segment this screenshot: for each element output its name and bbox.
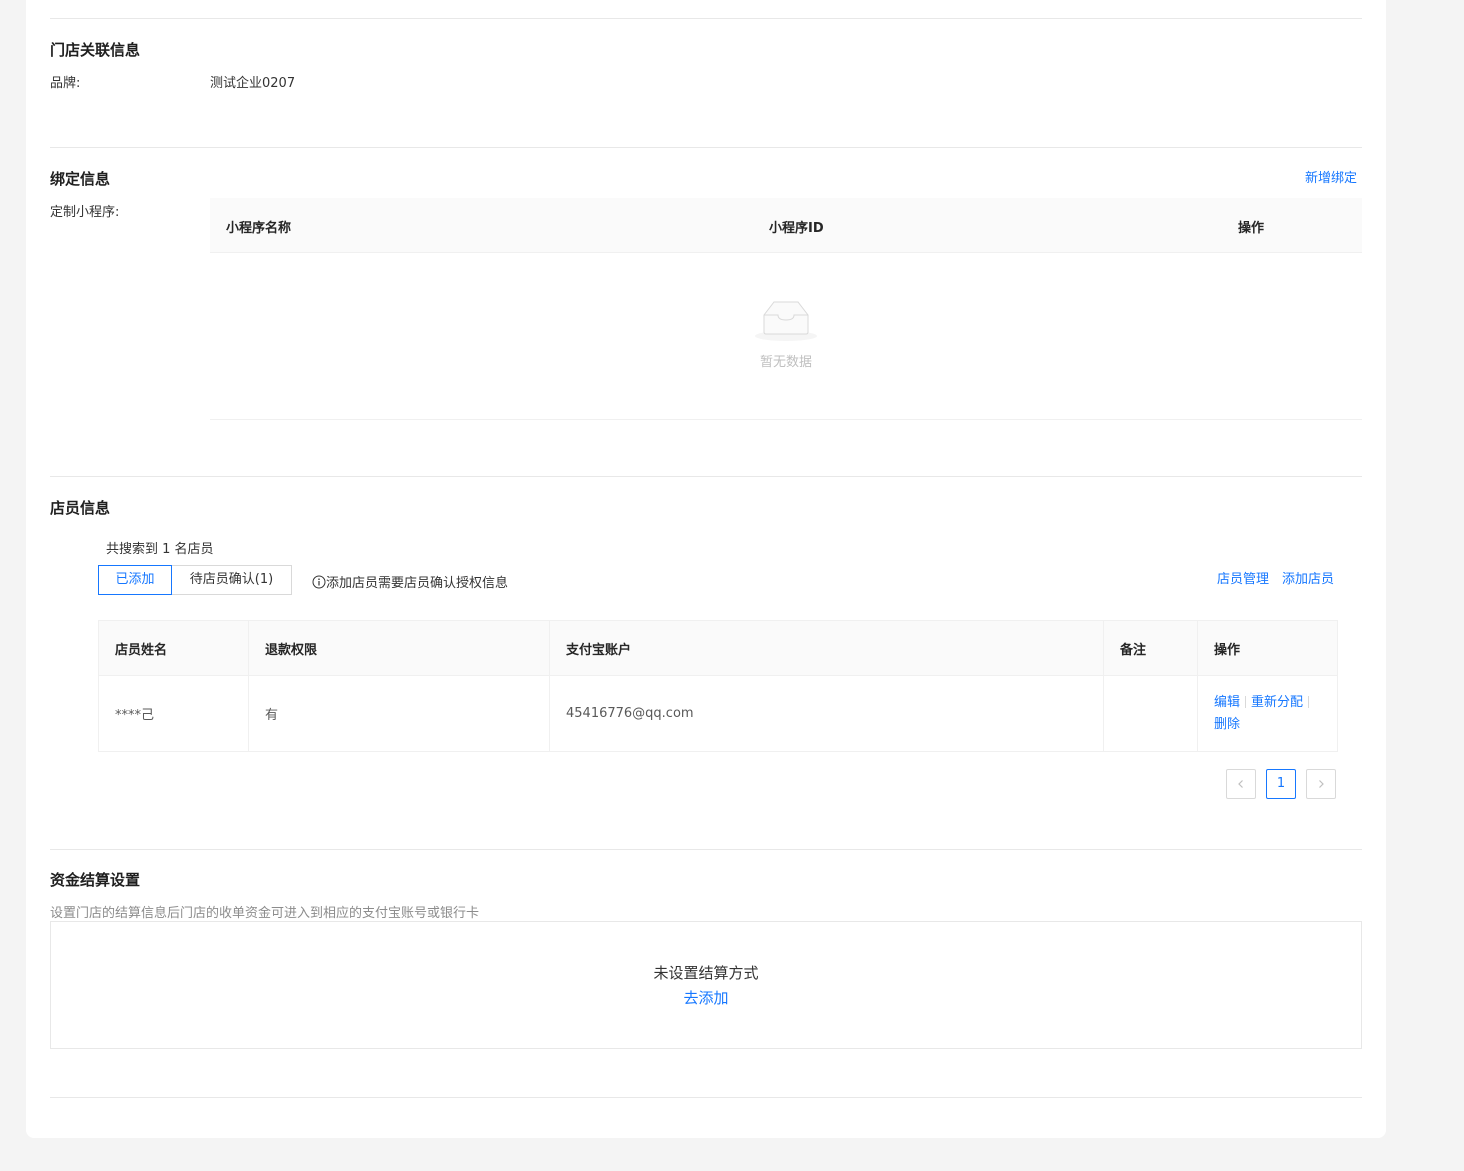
divider [50,849,1362,850]
column-header-actions: 操作 [1238,221,1265,236]
chevron-right-icon [1319,780,1324,788]
empty-text: 暂无数据 [759,355,812,370]
remark-cell [1103,675,1198,752]
add-binding-link[interactable]: 新增绑定 [1305,167,1357,186]
column-header-miniapp-id: 小程序ID [769,221,824,236]
staff-count: 共搜索到 1 名店员 [106,542,214,557]
alipay-cell: 45416776@qq.com [549,675,1104,752]
settlement-add-link[interactable]: 去添加 [683,989,728,1007]
column-header-alipay: 支付宝账户 [549,620,1104,676]
settlement-empty-text: 未设置结算方式 [653,964,759,982]
divider [50,18,1362,19]
column-header-actions: 操作 [1197,620,1338,676]
brand-label: 品牌: [50,76,81,91]
staff-hint: 添加店员需要店员确认授权信息 [312,572,508,591]
staff-table: 店员姓名 退款权限 支付宝账户 备注 操作 ****己 有 45416776@q… [98,620,1338,752]
empty-inbox-icon [755,301,817,341]
add-staff-link[interactable]: 添加店员 [1282,568,1334,587]
miniapp-label: 定制小程序: [50,205,120,220]
settlement-box: 未设置结算方式 去添加 [50,921,1362,1049]
miniapp-table-header: 小程序名称 小程序ID 操作 [210,198,1362,253]
divider [50,1097,1362,1098]
reassign-link[interactable]: 重新分配 [1251,695,1303,710]
tab-added[interactable]: 已添加 [98,565,172,595]
column-header-refund: 退款权限 [248,620,550,676]
edit-link[interactable]: 编辑 [1214,695,1240,710]
divider [50,476,1362,477]
store-link-title: 门店关联信息 [50,41,141,59]
staff-hint-text: 添加店员需要店员确认授权信息 [326,576,509,591]
brand-value: 测试企业0207 [210,76,296,91]
staff-name-cell: ****己 [98,675,249,752]
divider [50,147,1362,148]
refund-cell: 有 [248,675,550,752]
binding-title: 绑定信息 [50,170,111,188]
table-row: ****己 有 45416776@qq.com 编辑 重新分配删除 [98,675,1338,752]
miniapp-empty-state: 暂无数据 [210,253,1362,420]
delete-link[interactable]: 删除 [1214,717,1240,732]
column-header-remark: 备注 [1103,620,1198,676]
staff-manage-link[interactable]: 店员管理 [1217,568,1269,587]
settlement-title: 资金结算设置 [50,871,141,889]
main-card: 门店关联信息 品牌: 测试企业0207 绑定信息 新增绑定 定制小程序: 小程序… [26,0,1386,1138]
chevron-left-icon [1238,780,1243,788]
tab-pending-confirm[interactable]: 待店员确认(1) [171,565,292,595]
column-header-staff-name: 店员姓名 [98,620,249,676]
info-circle-icon [312,575,326,588]
column-header-miniapp-name: 小程序名称 [226,221,292,236]
table-header-row: 店员姓名 退款权限 支付宝账户 备注 操作 [98,620,1338,676]
staff-title: 店员信息 [50,499,111,517]
settlement-add-wrap: 去添加 [51,987,1361,1008]
next-page-button[interactable] [1306,769,1336,799]
prev-page-button[interactable] [1226,769,1256,799]
page-number-button[interactable]: 1 [1266,769,1296,799]
actions-cell: 编辑 重新分配删除 [1197,675,1338,752]
settlement-desc: 设置门店的结算信息后门店的收单资金可进入到相应的支付宝账号或银行卡 [50,906,480,921]
